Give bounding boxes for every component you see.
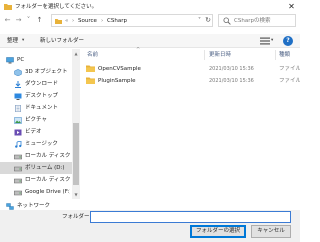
file-list: 名前 ^ 更新日時 種類 OpenCVSample 2021/03/10 15:… (81, 47, 300, 199)
nav-item-desktop[interactable]: デスクトップ (0, 90, 72, 102)
nav-item-music[interactable]: ミュージック (0, 138, 72, 150)
folder-label: フォルダー: (62, 214, 92, 220)
nav-item-videos[interactable]: ビデオ (0, 126, 72, 138)
music-icon (15, 141, 22, 148)
drive-icon (14, 166, 22, 172)
nav-item-label: ローカル ディスク (E (25, 177, 70, 183)
help-icon[interactable]: ? (283, 36, 293, 46)
chevron-down-icon[interactable]: ▾ (271, 37, 273, 45)
nav-item-pc[interactable]: PC (0, 54, 72, 66)
nav-item-label: デスクトップ (25, 93, 59, 99)
address-dropdown-icon[interactable]: ˅ (196, 16, 203, 25)
folder-icon (86, 65, 95, 72)
recent-locations-button[interactable]: ˅ (24, 15, 33, 26)
nav-item-pictures[interactable]: ピクチャ (0, 114, 72, 126)
organize-button[interactable]: 整理 (7, 37, 18, 45)
nav-item-label: ドキュメント (25, 105, 59, 111)
column-divider[interactable] (275, 50, 276, 60)
scrollbar-thumb[interactable] (73, 123, 79, 185)
cancel-button[interactable]: キャンセル (251, 225, 291, 238)
file-name: PluginSample (98, 78, 136, 84)
nav-item-label: ボリューム (D:) (25, 165, 65, 171)
nav-item-label: ダウンロード (25, 81, 59, 87)
view-options-icon[interactable] (260, 37, 270, 45)
3d-objects-icon (14, 69, 22, 76)
address-bar[interactable]: « › Source › CSharp ˅ ↻ (51, 14, 213, 27)
nav-item-label: Google Drive (F:) (25, 189, 70, 195)
drive-icon (14, 190, 22, 196)
nav-item-label: 3D オブジェクト (25, 69, 68, 75)
drive-icon (14, 178, 22, 184)
folder-name-input[interactable] (90, 211, 291, 223)
breadcrumb-source[interactable]: Source (78, 17, 97, 25)
column-header-name[interactable]: 名前 (87, 51, 98, 59)
breadcrumb-separator[interactable]: › (101, 17, 103, 25)
search-placeholder[interactable]: CSharpの検索 (234, 17, 270, 25)
nav-item-3d-objects[interactable]: 3D オブジェクト (0, 66, 72, 78)
nav-scrollbar[interactable]: ▲ ▼ (72, 49, 80, 199)
scroll-up-icon[interactable]: ▲ (72, 50, 80, 57)
window-title: フォルダーを選択してください。 (15, 4, 98, 10)
nav-item-google-drive[interactable]: Google Drive (F:) (0, 186, 72, 198)
select-folder-button[interactable]: フォルダーの選択 (190, 225, 246, 238)
new-folder-button[interactable]: 新しいフォルダー (40, 37, 84, 45)
folder-icon (86, 77, 95, 84)
nav-item-label: ミュージック (25, 141, 58, 147)
file-modified: 2021/03/10 15:36 (209, 78, 254, 84)
chevron-down-icon[interactable]: ▾ (22, 37, 24, 45)
dialog-footer: フォルダー: フォルダーの選択 キャンセル (0, 210, 300, 242)
nav-item-label: ネットワーク (17, 203, 51, 209)
breadcrumb-csharp[interactable]: CSharp (107, 17, 127, 25)
folder-icon (4, 4, 12, 10)
nav-item-label: ビデオ (25, 129, 42, 135)
sort-arrow-icon: ^ (136, 47, 141, 53)
nav-item-label: PC (17, 57, 25, 63)
folder-icon (55, 19, 62, 24)
pc-icon (6, 57, 14, 64)
download-icon (15, 81, 21, 88)
up-button[interactable]: ↑ (35, 15, 44, 26)
scroll-down-icon[interactable]: ▼ (72, 191, 80, 198)
forward-button[interactable]: → (14, 15, 23, 26)
breadcrumb-separator[interactable]: › (72, 17, 74, 25)
network-icon (6, 203, 14, 210)
close-button[interactable]: ✕ (285, 1, 298, 12)
command-bar: 整理 ▾ 新しいフォルダー ▾ ? (0, 34, 300, 48)
nav-item-label: ピクチャ (25, 117, 47, 123)
file-type: ファイル (279, 66, 300, 72)
breadcrumb-overflow[interactable]: « (65, 17, 68, 25)
desktop-icon (14, 93, 22, 100)
videos-icon (14, 129, 22, 136)
search-icon (223, 17, 231, 25)
nav-item-downloads[interactable]: ダウンロード (0, 78, 72, 90)
column-header-modified[interactable]: 更新日時 (209, 51, 231, 59)
column-divider[interactable] (204, 50, 205, 60)
nav-item-volume-d[interactable]: ボリューム (D:) (0, 162, 72, 174)
nav-item-label: ローカル ディスク (C (25, 153, 70, 159)
column-header-type[interactable]: 種類 (279, 51, 290, 59)
nav-item-documents[interactable]: ドキュメント (0, 102, 72, 114)
file-row[interactable]: OpenCVSample 2021/03/10 15:36 ファイル (81, 63, 300, 74)
search-box[interactable]: CSharpの検索 (218, 14, 296, 27)
pictures-icon (14, 117, 22, 124)
navigation-pane: PC 3D オブジェクト ダウンロード デスクトップ ドキュメント ピクチャ ビ… (0, 49, 80, 199)
documents-icon (15, 105, 21, 112)
folder-picker-dialog: フォルダーを選択してください。 ✕ ← → ˅ ↑ « › Source › C… (0, 0, 300, 242)
nav-item-local-disk-c[interactable]: ローカル ディスク (C (0, 150, 72, 162)
file-row[interactable]: PluginSample 2021/03/10 15:36 ファイル (81, 75, 300, 86)
nav-item-local-disk-e[interactable]: ローカル ディスク (E (0, 174, 72, 186)
back-button[interactable]: ← (3, 15, 12, 26)
title-bar: フォルダーを選択してください。 ✕ (0, 0, 300, 14)
drive-icon (14, 154, 22, 160)
file-modified: 2021/03/10 15:36 (209, 66, 254, 72)
refresh-icon[interactable]: ↻ (204, 16, 212, 25)
file-type: ファイル (279, 78, 300, 84)
file-name: OpenCVSample (98, 66, 141, 72)
